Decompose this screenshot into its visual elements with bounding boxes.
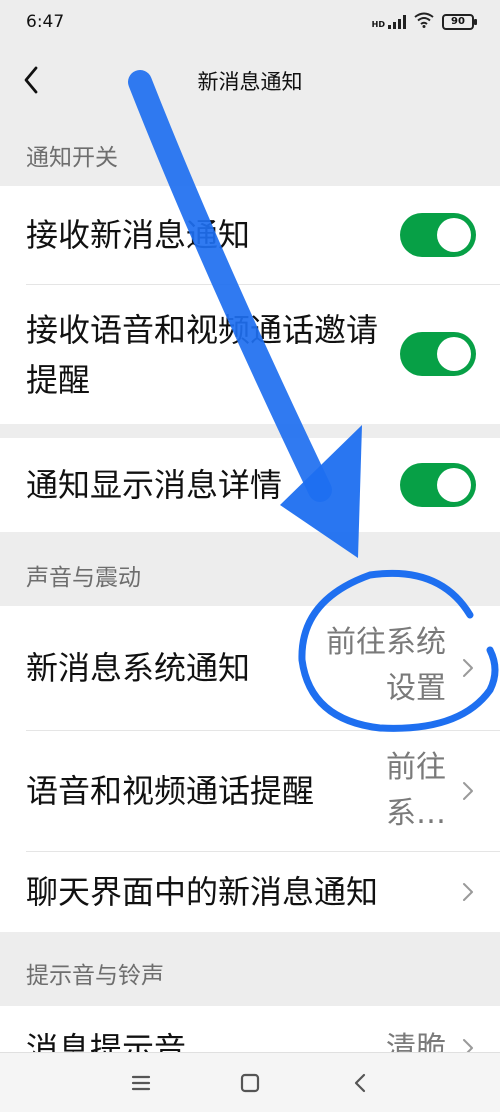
show-details-toggle[interactable] (400, 463, 476, 507)
row-label: 语音和视频通话提醒 (26, 772, 315, 810)
chevron-right-icon (463, 1039, 473, 1052)
nav-bar: 新消息通知 (0, 46, 500, 116)
toggle-knob (437, 218, 471, 252)
network-type: HD (371, 20, 385, 29)
home-button[interactable] (236, 1069, 264, 1097)
row-receive-new-msg[interactable]: 接收新消息通知 (0, 186, 500, 284)
back-nav-button[interactable] (346, 1069, 374, 1097)
toggle-knob (437, 468, 471, 502)
chevron-right-icon (463, 883, 473, 901)
row-receive-voice-video[interactable]: 接收语音和视频通话邀请提醒 (0, 285, 500, 424)
battery-indicator: 90 (442, 14, 477, 30)
status-bar: 6:47 HD 90 (0, 0, 500, 46)
status-icons: HD 90 (372, 12, 477, 32)
row-label: 聊天界面中的新消息通知 (26, 873, 379, 911)
row-label: 新消息系统通知 (26, 649, 251, 687)
group-sound-vibration: 新消息系统通知 前往系统设置 语音和视频通话提醒 前往系… 聊天界面中的新消息通… (0, 606, 500, 932)
section-header-sound-vibration: 声音与震动 (26, 565, 141, 591)
menu-button[interactable] (127, 1069, 155, 1097)
row-label: 接收新消息通知 (26, 216, 251, 254)
row-show-details[interactable]: 通知显示消息详情 (0, 438, 500, 532)
row-label: 消息提示音 (26, 1030, 187, 1052)
receive-voice-video-toggle[interactable] (400, 332, 476, 376)
row-label: 通知显示消息详情 (26, 466, 283, 504)
group-notify-switch: 接收新消息通知 接收语音和视频通话邀请提醒 (0, 186, 500, 424)
row-voice-video-reminder[interactable]: 语音和视频通话提醒 前往系… (0, 731, 500, 851)
row-label: 接收语音和视频通话邀请提醒 (26, 311, 379, 399)
row-msg-tone[interactable]: 消息提示音 清脆 (0, 1006, 500, 1052)
wifi-icon (414, 12, 434, 32)
row-value: 前往系统设置 (326, 625, 446, 706)
receive-new-msg-toggle[interactable] (400, 213, 476, 257)
section-header-notify-switch: 通知开关 (26, 145, 118, 171)
toggle-knob (437, 337, 471, 371)
group-show-details: 通知显示消息详情 (0, 438, 500, 532)
menu-icon (131, 1075, 151, 1091)
row-value: 前往系… (386, 750, 446, 831)
section-header-tone-ringtone: 提示音与铃声 (26, 963, 164, 989)
back-triangle-icon (354, 1073, 366, 1093)
system-nav-bar (0, 1052, 500, 1112)
chevron-right-icon (463, 782, 473, 800)
status-time: 6:47 (26, 12, 65, 32)
group-tone-ringtone: 消息提示音 清脆 (0, 1006, 500, 1052)
row-chat-notification[interactable]: 聊天界面中的新消息通知 (0, 852, 500, 932)
home-square-icon (240, 1073, 260, 1093)
row-system-notification[interactable]: 新消息系统通知 前往系统设置 (0, 606, 500, 730)
page-title: 新消息通知 (197, 70, 303, 94)
chevron-right-icon (463, 659, 473, 677)
signal-icon: HD (372, 15, 406, 29)
row-value: 清脆 (386, 1031, 446, 1052)
